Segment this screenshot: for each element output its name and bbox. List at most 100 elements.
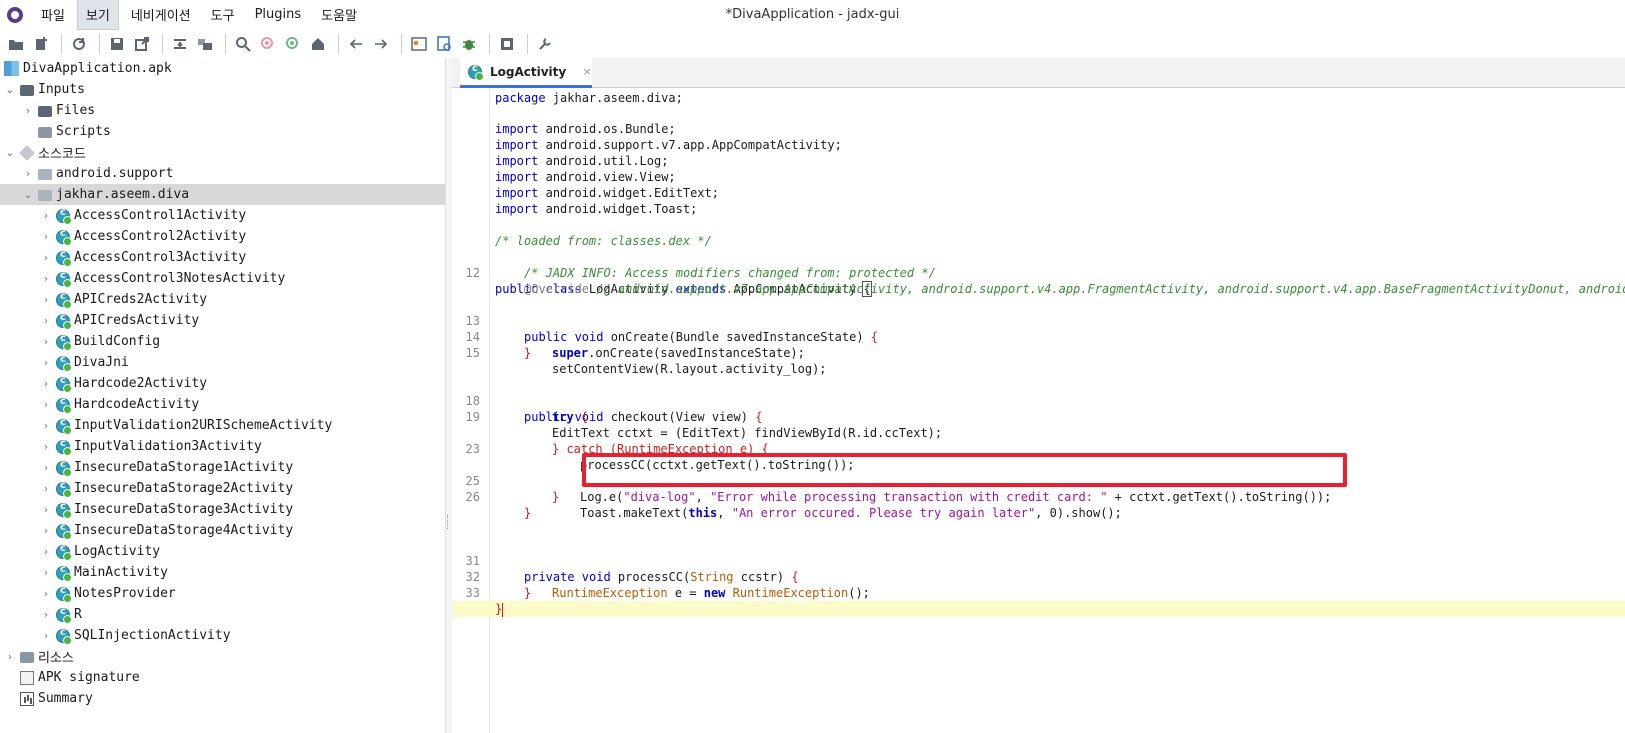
tree-class-item[interactable]: › InsecureDataStorage4Activity (0, 520, 459, 541)
tree-inputs[interactable]: ⌄ Inputs (0, 79, 459, 100)
tree-files[interactable]: › Files (0, 100, 459, 121)
tree-class-item[interactable]: › NotesProvider (0, 583, 459, 604)
chevron-right-icon[interactable]: › (40, 251, 52, 264)
chevron-down-icon[interactable]: ⌄ (4, 146, 16, 159)
tree-summary[interactable]: › Summary (0, 688, 459, 709)
toolbar (0, 29, 1625, 58)
class-icon (56, 543, 72, 561)
tree-class-item[interactable]: ›R (0, 604, 459, 625)
project-tree[interactable]: DivaApplication.apk ⌄ Inputs › Files › S… (0, 58, 460, 733)
tree-class-item[interactable]: › AccessControl2Activity (0, 226, 459, 247)
tree-class-item[interactable]: › MainActivity (0, 562, 459, 583)
chevron-right-icon[interactable]: › (4, 650, 16, 663)
chevron-right-icon[interactable]: › (40, 608, 52, 621)
code-token: import (495, 122, 539, 136)
home-icon[interactable] (307, 33, 329, 55)
chevron-right-icon[interactable]: › (40, 398, 52, 411)
split-pane-divider[interactable] (445, 58, 452, 733)
tree-class-item[interactable]: › APICredsActivity (0, 310, 459, 331)
menu-help[interactable]: 도움말 (313, 0, 365, 29)
sync-icon[interactable] (169, 33, 191, 55)
tree-class-item[interactable]: › SQLInjectionActivity (0, 625, 459, 646)
chevron-right-icon[interactable]: › (40, 461, 52, 474)
code-line: } (452, 489, 1625, 505)
chevron-right-icon[interactable]: › (40, 377, 52, 390)
tree-class-item[interactable]: › AccessControl3NotesActivity (0, 268, 459, 289)
tree-class-item[interactable]: › InsecureDataStorage2Activity (0, 478, 459, 499)
code-line: 14 super.onCreate(savedInstanceState); (452, 313, 1625, 360)
log-icon[interactable] (433, 33, 455, 55)
chevron-right-icon[interactable]: › (40, 482, 52, 495)
chevron-right-icon[interactable]: › (40, 314, 52, 327)
chevron-down-icon[interactable]: ⌄ (4, 83, 16, 96)
forward-icon[interactable] (370, 33, 392, 55)
tree-class-item[interactable]: › DivaJni (0, 352, 459, 373)
class-icon (56, 585, 72, 603)
find-deobf-icon[interactable] (282, 33, 304, 55)
chevron-right-icon[interactable]: › (40, 209, 52, 222)
tree-root-apk[interactable]: DivaApplication.apk (0, 58, 459, 79)
preferences-icon[interactable] (534, 33, 556, 55)
chevron-right-icon[interactable]: › (40, 356, 52, 369)
class-icon (56, 207, 72, 225)
tree-source-code[interactable]: ⌄ 소스코드 (0, 142, 459, 163)
menu-file[interactable]: 파일 (33, 0, 73, 29)
export-icon[interactable] (131, 33, 153, 55)
chevron-right-icon[interactable]: › (40, 440, 52, 453)
tree-class-item[interactable]: › InputValidation3Activity (0, 436, 459, 457)
tree-class-item[interactable]: › InputValidation2URISchemeActivity (0, 415, 459, 436)
tree-class-item[interactable]: › AccessControl1Activity (0, 205, 459, 226)
text-caret (502, 602, 504, 617)
quark-icon[interactable] (496, 33, 518, 55)
chevron-down-icon[interactable]: ⌄ (22, 188, 34, 201)
tree-class-item[interactable]: › InsecureDataStorage1Activity (0, 457, 459, 478)
menu-navigation[interactable]: 네비게이션 (123, 0, 199, 29)
code-line: 12 public class LogActivity extends AppC… (452, 249, 1625, 297)
chevron-right-icon[interactable]: › (40, 503, 52, 516)
back-icon[interactable] (345, 33, 367, 55)
menu-plugins[interactable]: Plugins (247, 2, 310, 27)
tree-class-item[interactable]: › LogActivity (0, 541, 459, 562)
chevron-right-icon[interactable]: › (40, 566, 52, 579)
tree-resources[interactable]: › 리소스 (0, 646, 459, 667)
tree-class-item[interactable]: › AccessControl3Activity (0, 247, 459, 268)
chevron-right-icon[interactable]: › (22, 167, 34, 180)
tree-class-item[interactable]: › APICreds2Activity (0, 289, 459, 310)
chevron-right-icon[interactable]: › (40, 230, 52, 243)
find-usage-icon[interactable] (257, 33, 279, 55)
menu-view[interactable]: 보기 (76, 0, 119, 30)
chevron-right-icon[interactable]: › (40, 524, 52, 537)
chevron-right-icon[interactable]: › (40, 629, 52, 642)
tree-label: SQLInjectionActivity (74, 628, 231, 643)
tree-class-item[interactable]: › Hardcode2Activity (0, 373, 459, 394)
flatten-icon[interactable] (194, 33, 216, 55)
open-icon[interactable] (5, 33, 27, 55)
chevron-right-icon[interactable]: › (40, 545, 52, 558)
chevron-right-icon[interactable]: › (40, 335, 52, 348)
class-icon (56, 396, 72, 414)
tree-package-jakhar-aseem-diva[interactable]: ⌄ jakhar.aseem.diva (0, 184, 459, 205)
chevron-right-icon[interactable]: › (40, 419, 52, 432)
add-files-icon[interactable] (30, 33, 52, 55)
package-icon (38, 190, 52, 201)
reload-icon[interactable] (68, 33, 90, 55)
debug-icon[interactable] (458, 33, 480, 55)
save-icon[interactable] (106, 33, 128, 55)
chevron-right-icon[interactable]: › (40, 272, 52, 285)
menu-tools[interactable]: 도구 (203, 0, 243, 29)
tab-logactivity[interactable]: LogActivity × (460, 58, 592, 88)
tree-class-item[interactable]: › HardcodeActivity (0, 394, 459, 415)
close-icon[interactable]: × (582, 65, 591, 78)
search-icon[interactable] (232, 33, 254, 55)
decompile-icon[interactable] (408, 33, 430, 55)
tree-package-android-support[interactable]: › android.support (0, 163, 459, 184)
chevron-right-icon[interactable]: › (22, 104, 34, 117)
tree-scripts[interactable]: › Scripts (0, 121, 459, 142)
chevron-right-icon[interactable]: › (40, 293, 52, 306)
tree-class-item[interactable]: › BuildConfig (0, 331, 459, 352)
tree-apk-signature[interactable]: › APK signature (0, 667, 459, 688)
splitter-grip-icon[interactable] (447, 515, 450, 529)
chevron-right-icon[interactable]: › (40, 587, 52, 600)
code-editor[interactable]: importpackage jakhar.aseem.diva; import … (452, 88, 1625, 733)
tree-class-item[interactable]: › InsecureDataStorage3Activity (0, 499, 459, 520)
